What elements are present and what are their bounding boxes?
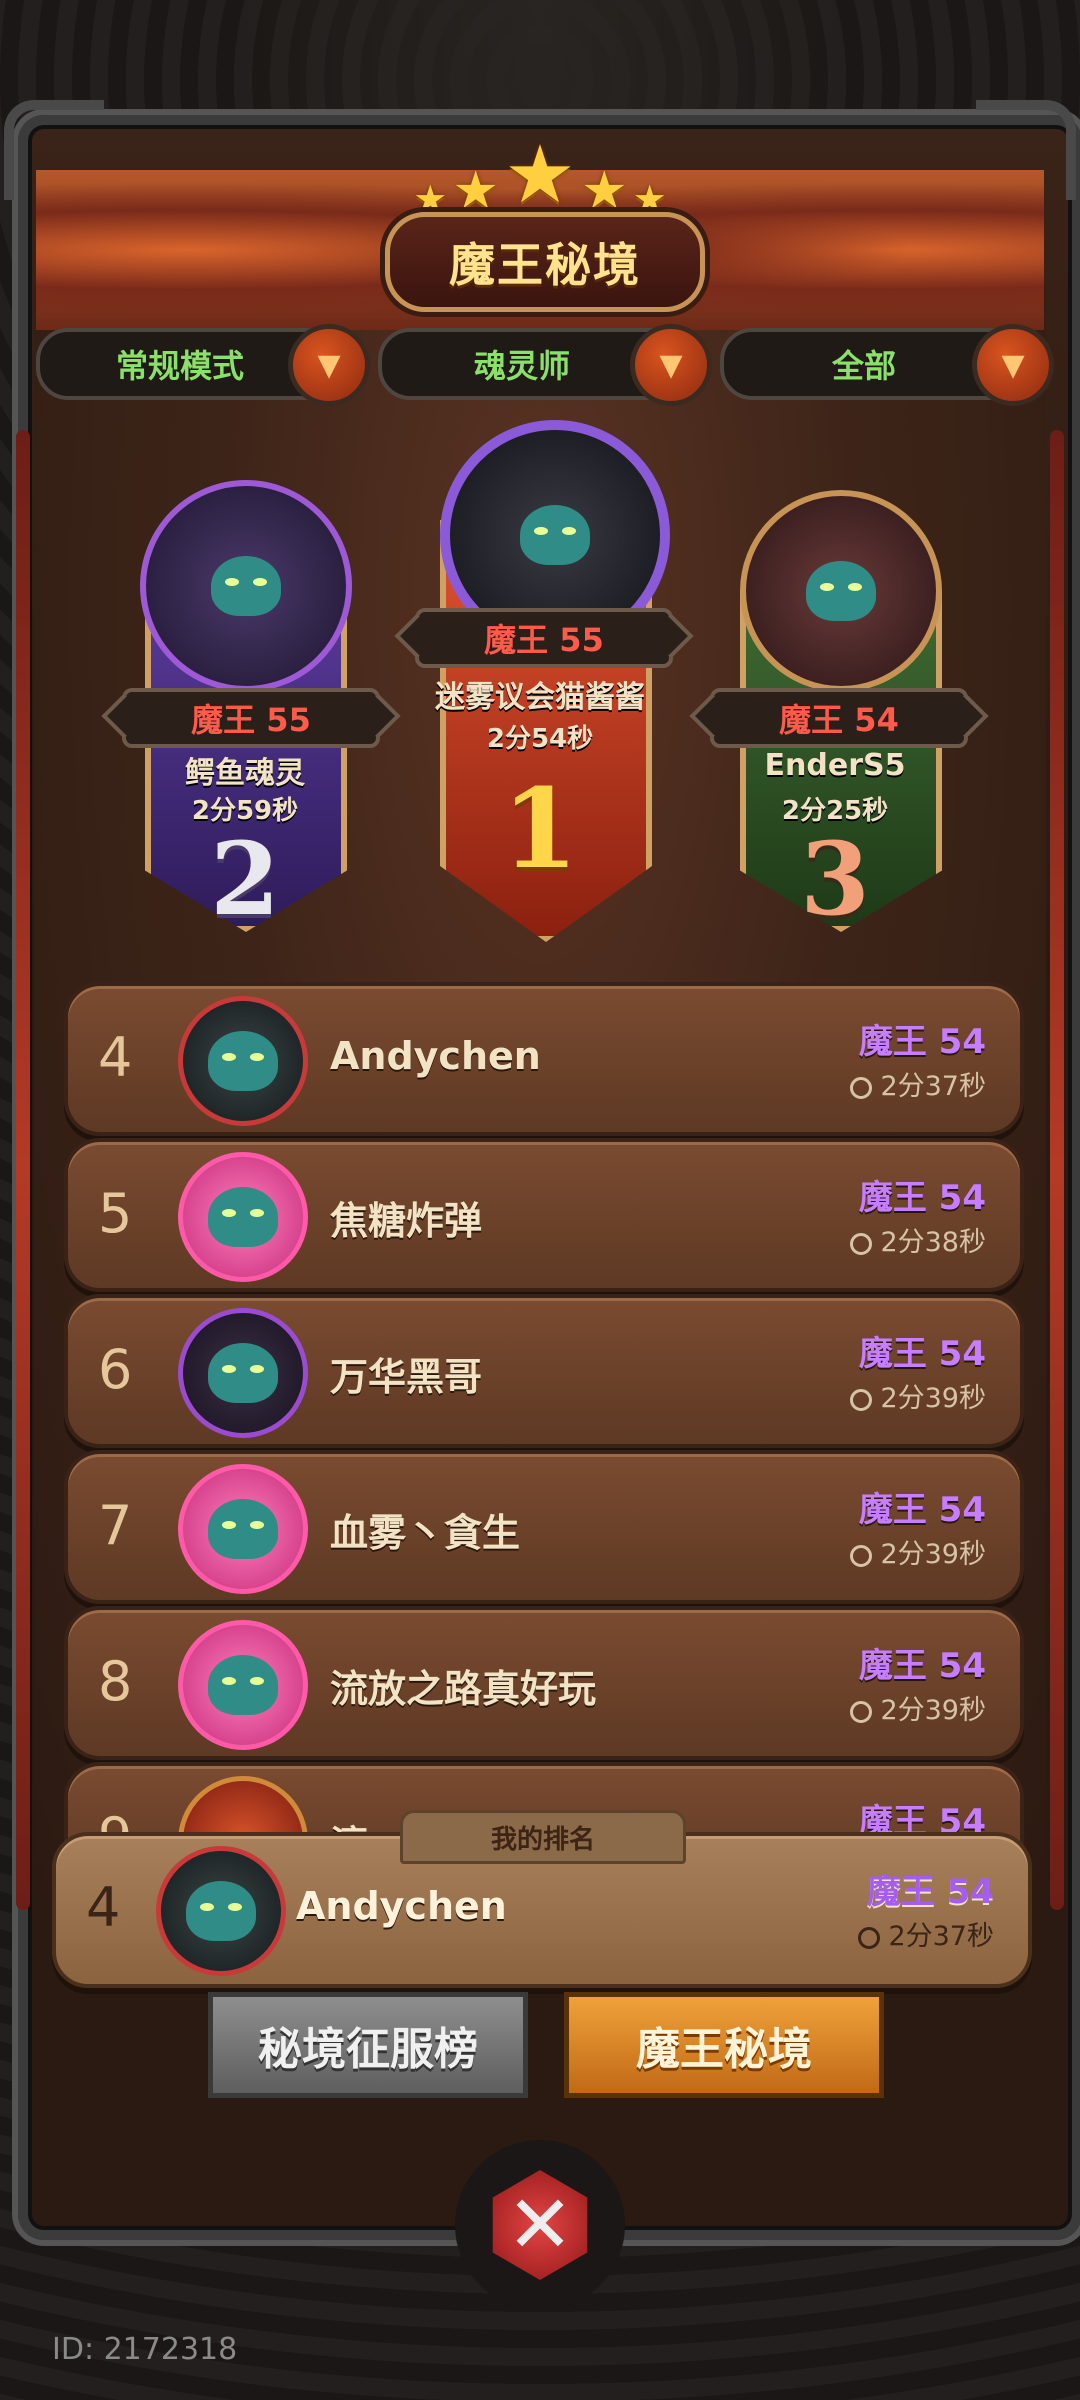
row-level: 魔王 54 xyxy=(858,1334,986,1374)
rank-number: 1 xyxy=(501,764,579,893)
podium-name: 迷雾议会猫酱酱 xyxy=(435,680,645,715)
avatar xyxy=(178,1464,308,1594)
clock-icon xyxy=(850,1389,873,1411)
row-rank: 5 xyxy=(98,1182,133,1245)
row-time: 2分39秒 xyxy=(850,1532,986,1571)
avatar-face xyxy=(208,1031,278,1091)
row-rank: 4 xyxy=(98,1026,133,1089)
podium-level: 魔王 54 xyxy=(710,688,968,748)
row-level: 魔王 54 xyxy=(866,1872,994,1912)
podium-level: 魔王 55 xyxy=(122,688,380,748)
clock-icon xyxy=(850,1233,873,1255)
avatar xyxy=(156,1846,286,1976)
row-time: 2分38秒 xyxy=(850,1220,986,1259)
avatar xyxy=(178,1620,308,1750)
clock-icon xyxy=(850,1077,873,1099)
rank-number: 3 xyxy=(800,820,870,938)
chevron-down-icon[interactable]: ▼ xyxy=(630,324,712,406)
avatar-face xyxy=(520,505,590,565)
difficulty-stars: ★ ★ ★ ★ ★ xyxy=(0,128,1080,221)
clock-icon xyxy=(850,1701,873,1723)
avatar xyxy=(140,480,352,692)
list-item[interactable]: 6 万华黑哥 魔王 54 2分39秒 xyxy=(64,1294,1024,1448)
row-level: 魔王 54 xyxy=(858,1022,986,1062)
close-icon: ✕ xyxy=(492,2170,588,2280)
tab-demon-realm[interactable]: 魔王秘境 xyxy=(564,1992,884,2098)
avatar xyxy=(740,490,942,692)
scope-filter[interactable]: 全部 ▼ xyxy=(720,324,1054,406)
list-item[interactable]: 5 焦糖炸弹 魔王 54 2分38秒 xyxy=(64,1138,1024,1292)
clock-icon xyxy=(858,1927,881,1949)
avatar-face xyxy=(186,1881,256,1941)
right-side-bar xyxy=(1050,430,1064,1910)
chevron-down-icon[interactable]: ▼ xyxy=(972,324,1054,406)
row-rank: 4 xyxy=(86,1876,121,1939)
page-title: 魔王秘境 xyxy=(449,238,641,292)
row-time: 2分37秒 xyxy=(850,1064,986,1103)
row-name: Andychen xyxy=(330,1034,541,1078)
podium-name: EnderS5 xyxy=(764,748,906,783)
row-time: 2分39秒 xyxy=(850,1376,986,1415)
class-filter[interactable]: 魂灵师 ▼ xyxy=(378,324,712,406)
star-icon: ★ xyxy=(504,128,576,221)
player-id: ID: 2172318 xyxy=(52,2332,238,2367)
chevron-down-icon[interactable]: ▼ xyxy=(288,324,370,406)
avatar-face xyxy=(208,1343,278,1403)
row-name: 流放之路真好玩 xyxy=(330,1667,597,1711)
row-name: 血雾丶貪生 xyxy=(330,1511,521,1555)
row-rank: 8 xyxy=(98,1650,133,1713)
podium-name: 鳄鱼魂灵 xyxy=(185,756,305,791)
row-rank: 7 xyxy=(98,1494,133,1557)
avatar-face xyxy=(208,1187,278,1247)
tab-conquest-ranking[interactable]: 秘境征服榜 xyxy=(208,1992,528,2098)
close-button[interactable]: ✕ xyxy=(455,2140,625,2310)
list-item[interactable]: 7 血雾丶貪生 魔王 54 2分39秒 xyxy=(64,1450,1024,1604)
left-side-bar xyxy=(16,430,30,1910)
my-rank-label: 我的排名 xyxy=(400,1810,686,1864)
row-rank: 6 xyxy=(98,1338,133,1401)
avatar-face xyxy=(208,1499,278,1559)
podium-time: 2分54秒 xyxy=(486,724,594,754)
title-plate: 魔王秘境 xyxy=(385,212,705,312)
row-name: Andychen xyxy=(296,1884,507,1928)
avatar-face xyxy=(211,556,281,616)
mode-filter[interactable]: 常规模式 ▼ xyxy=(36,324,370,406)
podium-level: 魔王 55 xyxy=(415,608,673,668)
avatar xyxy=(178,1152,308,1282)
row-name: 焦糖炸弹 xyxy=(330,1199,483,1243)
row-name: 万华黑哥 xyxy=(330,1355,483,1399)
list-item[interactable]: 8 流放之路真好玩 魔王 54 2分39秒 xyxy=(64,1606,1024,1760)
row-time: 2分39秒 xyxy=(850,1688,986,1727)
avatar xyxy=(178,1308,308,1438)
avatar xyxy=(178,996,308,1126)
avatar-face xyxy=(208,1655,278,1715)
avatar-face xyxy=(806,561,876,621)
row-level: 魔王 54 xyxy=(858,1646,986,1686)
rank-number: 2 xyxy=(210,820,280,938)
row-level: 魔王 54 xyxy=(858,1178,986,1218)
clock-icon xyxy=(850,1545,873,1567)
list-item[interactable]: 4 Andychen 魔王 54 2分37秒 xyxy=(64,982,1024,1136)
row-time: 2分37秒 xyxy=(858,1914,994,1953)
row-level: 魔王 54 xyxy=(858,1490,986,1530)
